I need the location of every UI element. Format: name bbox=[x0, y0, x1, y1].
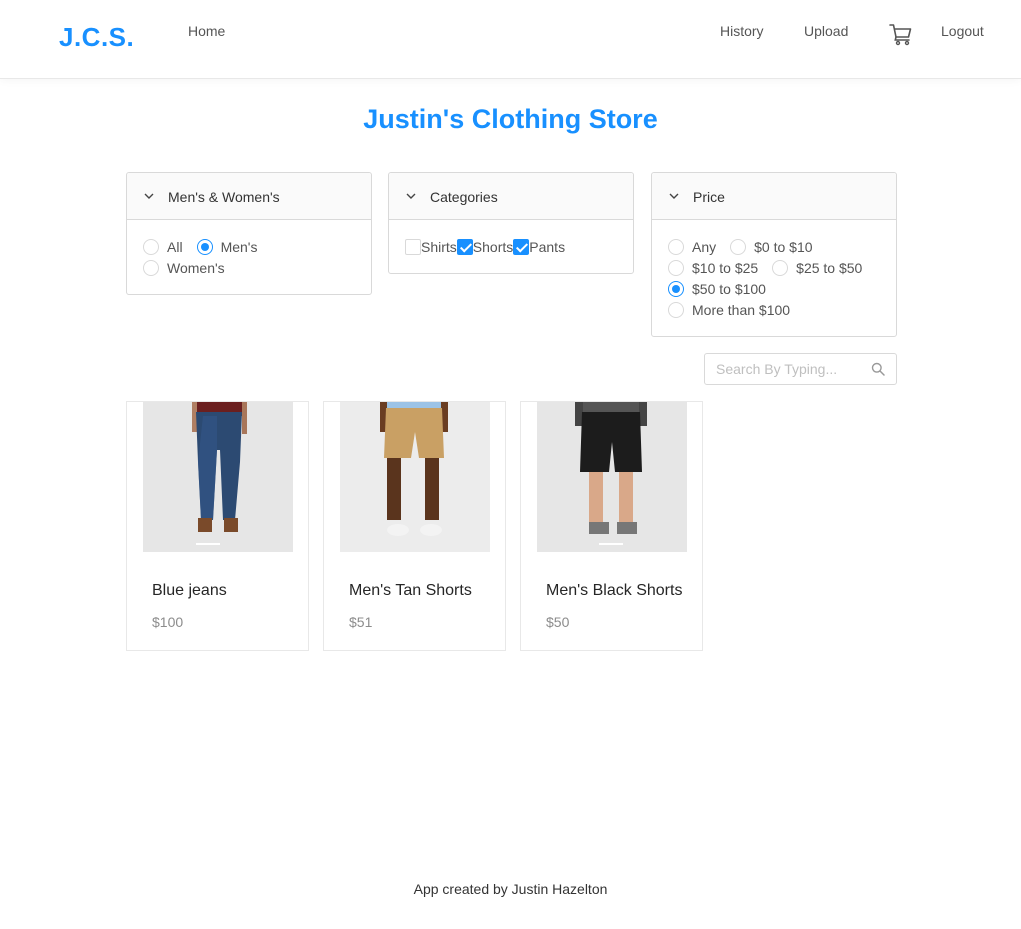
nav-logout-link[interactable]: Logout bbox=[941, 23, 984, 39]
price-option-25-50[interactable]: $25 to $50 bbox=[772, 259, 863, 276]
price-filter-panel: Price Any $0 to $10 $10 to $25 $25 to $5… bbox=[651, 172, 897, 337]
checkbox-shorts[interactable] bbox=[456, 238, 473, 255]
gender-option-label: Men's bbox=[220, 238, 258, 255]
category-option-label: Shorts bbox=[472, 238, 514, 255]
category-option-shorts[interactable]: Shorts bbox=[456, 238, 514, 255]
price-option-any[interactable]: Any bbox=[668, 238, 717, 255]
product-card[interactable]: Blue jeans $100 bbox=[126, 401, 309, 651]
price-option-label: $25 to $50 bbox=[796, 259, 863, 276]
product-card[interactable]: Men's Tan Shorts $51 bbox=[323, 401, 506, 651]
product-image-tan-shorts[interactable] bbox=[340, 402, 490, 552]
product-image-black-shorts[interactable] bbox=[537, 402, 687, 552]
radio-price-10-25[interactable] bbox=[668, 259, 684, 276]
nav-home-link[interactable]: Home bbox=[188, 23, 225, 39]
price-option-10-25[interactable]: $10 to $25 bbox=[668, 259, 759, 276]
gender-option-label: All bbox=[167, 238, 183, 255]
radio-womens[interactable] bbox=[143, 259, 159, 276]
blue-jeans-image bbox=[143, 402, 293, 552]
gender-filter-header[interactable]: Men's & Women's bbox=[127, 173, 371, 220]
radio-mens[interactable] bbox=[196, 238, 213, 255]
black-shorts-image bbox=[537, 402, 687, 552]
nav-upload-link[interactable]: Upload bbox=[804, 23, 848, 39]
search-input[interactable] bbox=[705, 354, 865, 384]
price-option-label: More than $100 bbox=[692, 301, 791, 318]
radio-price-over-100[interactable] bbox=[668, 301, 684, 318]
search-icon[interactable] bbox=[871, 362, 885, 376]
chevron-down-icon bbox=[406, 193, 416, 199]
footer-text: App created by Justin Hazelton bbox=[413, 881, 608, 897]
gender-option-mens[interactable]: Men's bbox=[196, 238, 258, 255]
chevron-down-icon bbox=[669, 193, 679, 199]
price-filter-header[interactable]: Price bbox=[652, 173, 896, 220]
product-name[interactable]: Men's Black Shorts bbox=[546, 582, 686, 600]
price-filter-title: Price bbox=[693, 189, 725, 205]
price-option-label: $10 to $25 bbox=[692, 259, 759, 276]
product-image-blue-jeans[interactable] bbox=[143, 402, 293, 552]
price-option-label: $50 to $100 bbox=[692, 280, 766, 297]
gender-filter-title: Men's & Women's bbox=[168, 189, 280, 205]
product-price: $50 bbox=[546, 614, 570, 630]
radio-all[interactable] bbox=[143, 238, 159, 255]
product-price: $100 bbox=[152, 614, 184, 630]
product-name[interactable]: Men's Tan Shorts bbox=[349, 582, 489, 600]
top-navbar: J.C.S. Home History Upload Logout bbox=[0, 0, 1021, 79]
categories-filter-panel: Categories Shirts Shorts Pants bbox=[388, 172, 634, 274]
price-option-over-100[interactable]: More than $100 bbox=[668, 301, 791, 318]
category-option-shirts[interactable]: Shirts bbox=[405, 238, 457, 255]
tan-shorts-image bbox=[340, 402, 490, 552]
category-option-label: Shirts bbox=[421, 238, 457, 255]
cart-icon[interactable] bbox=[889, 22, 913, 46]
radio-price-25-50[interactable] bbox=[772, 259, 789, 276]
product-card[interactable]: Men's Black Shorts $50 bbox=[520, 401, 703, 651]
checkbox-pants[interactable] bbox=[513, 238, 530, 255]
page-title: Justin's Clothing Store bbox=[363, 104, 658, 134]
radio-price-0-10[interactable] bbox=[730, 238, 747, 255]
price-option-0-10[interactable]: $0 to $10 bbox=[730, 238, 813, 255]
logo[interactable]: J.C.S. bbox=[59, 22, 134, 53]
radio-price-any[interactable] bbox=[668, 238, 684, 255]
price-option-50-100[interactable]: $50 to $100 bbox=[668, 280, 766, 297]
gender-option-all[interactable]: All bbox=[143, 238, 183, 255]
gender-option-womens[interactable]: Women's bbox=[143, 259, 225, 276]
nav-history-link[interactable]: History bbox=[720, 23, 764, 39]
chevron-down-icon bbox=[144, 193, 154, 199]
categories-filter-title: Categories bbox=[430, 189, 498, 205]
price-option-label: Any bbox=[692, 238, 717, 255]
price-option-label: $0 to $10 bbox=[754, 238, 813, 255]
search-box bbox=[704, 353, 897, 385]
radio-price-50-100[interactable] bbox=[668, 280, 684, 297]
category-option-label: Pants bbox=[529, 238, 566, 255]
checkbox-shirts[interactable] bbox=[405, 238, 421, 255]
category-option-pants[interactable]: Pants bbox=[513, 238, 566, 255]
gender-option-label: Women's bbox=[167, 259, 225, 276]
product-name[interactable]: Blue jeans bbox=[152, 582, 292, 600]
gender-filter-panel: Men's & Women's All Men's Women's bbox=[126, 172, 372, 295]
categories-filter-header[interactable]: Categories bbox=[389, 173, 633, 220]
product-price: $51 bbox=[349, 614, 373, 630]
